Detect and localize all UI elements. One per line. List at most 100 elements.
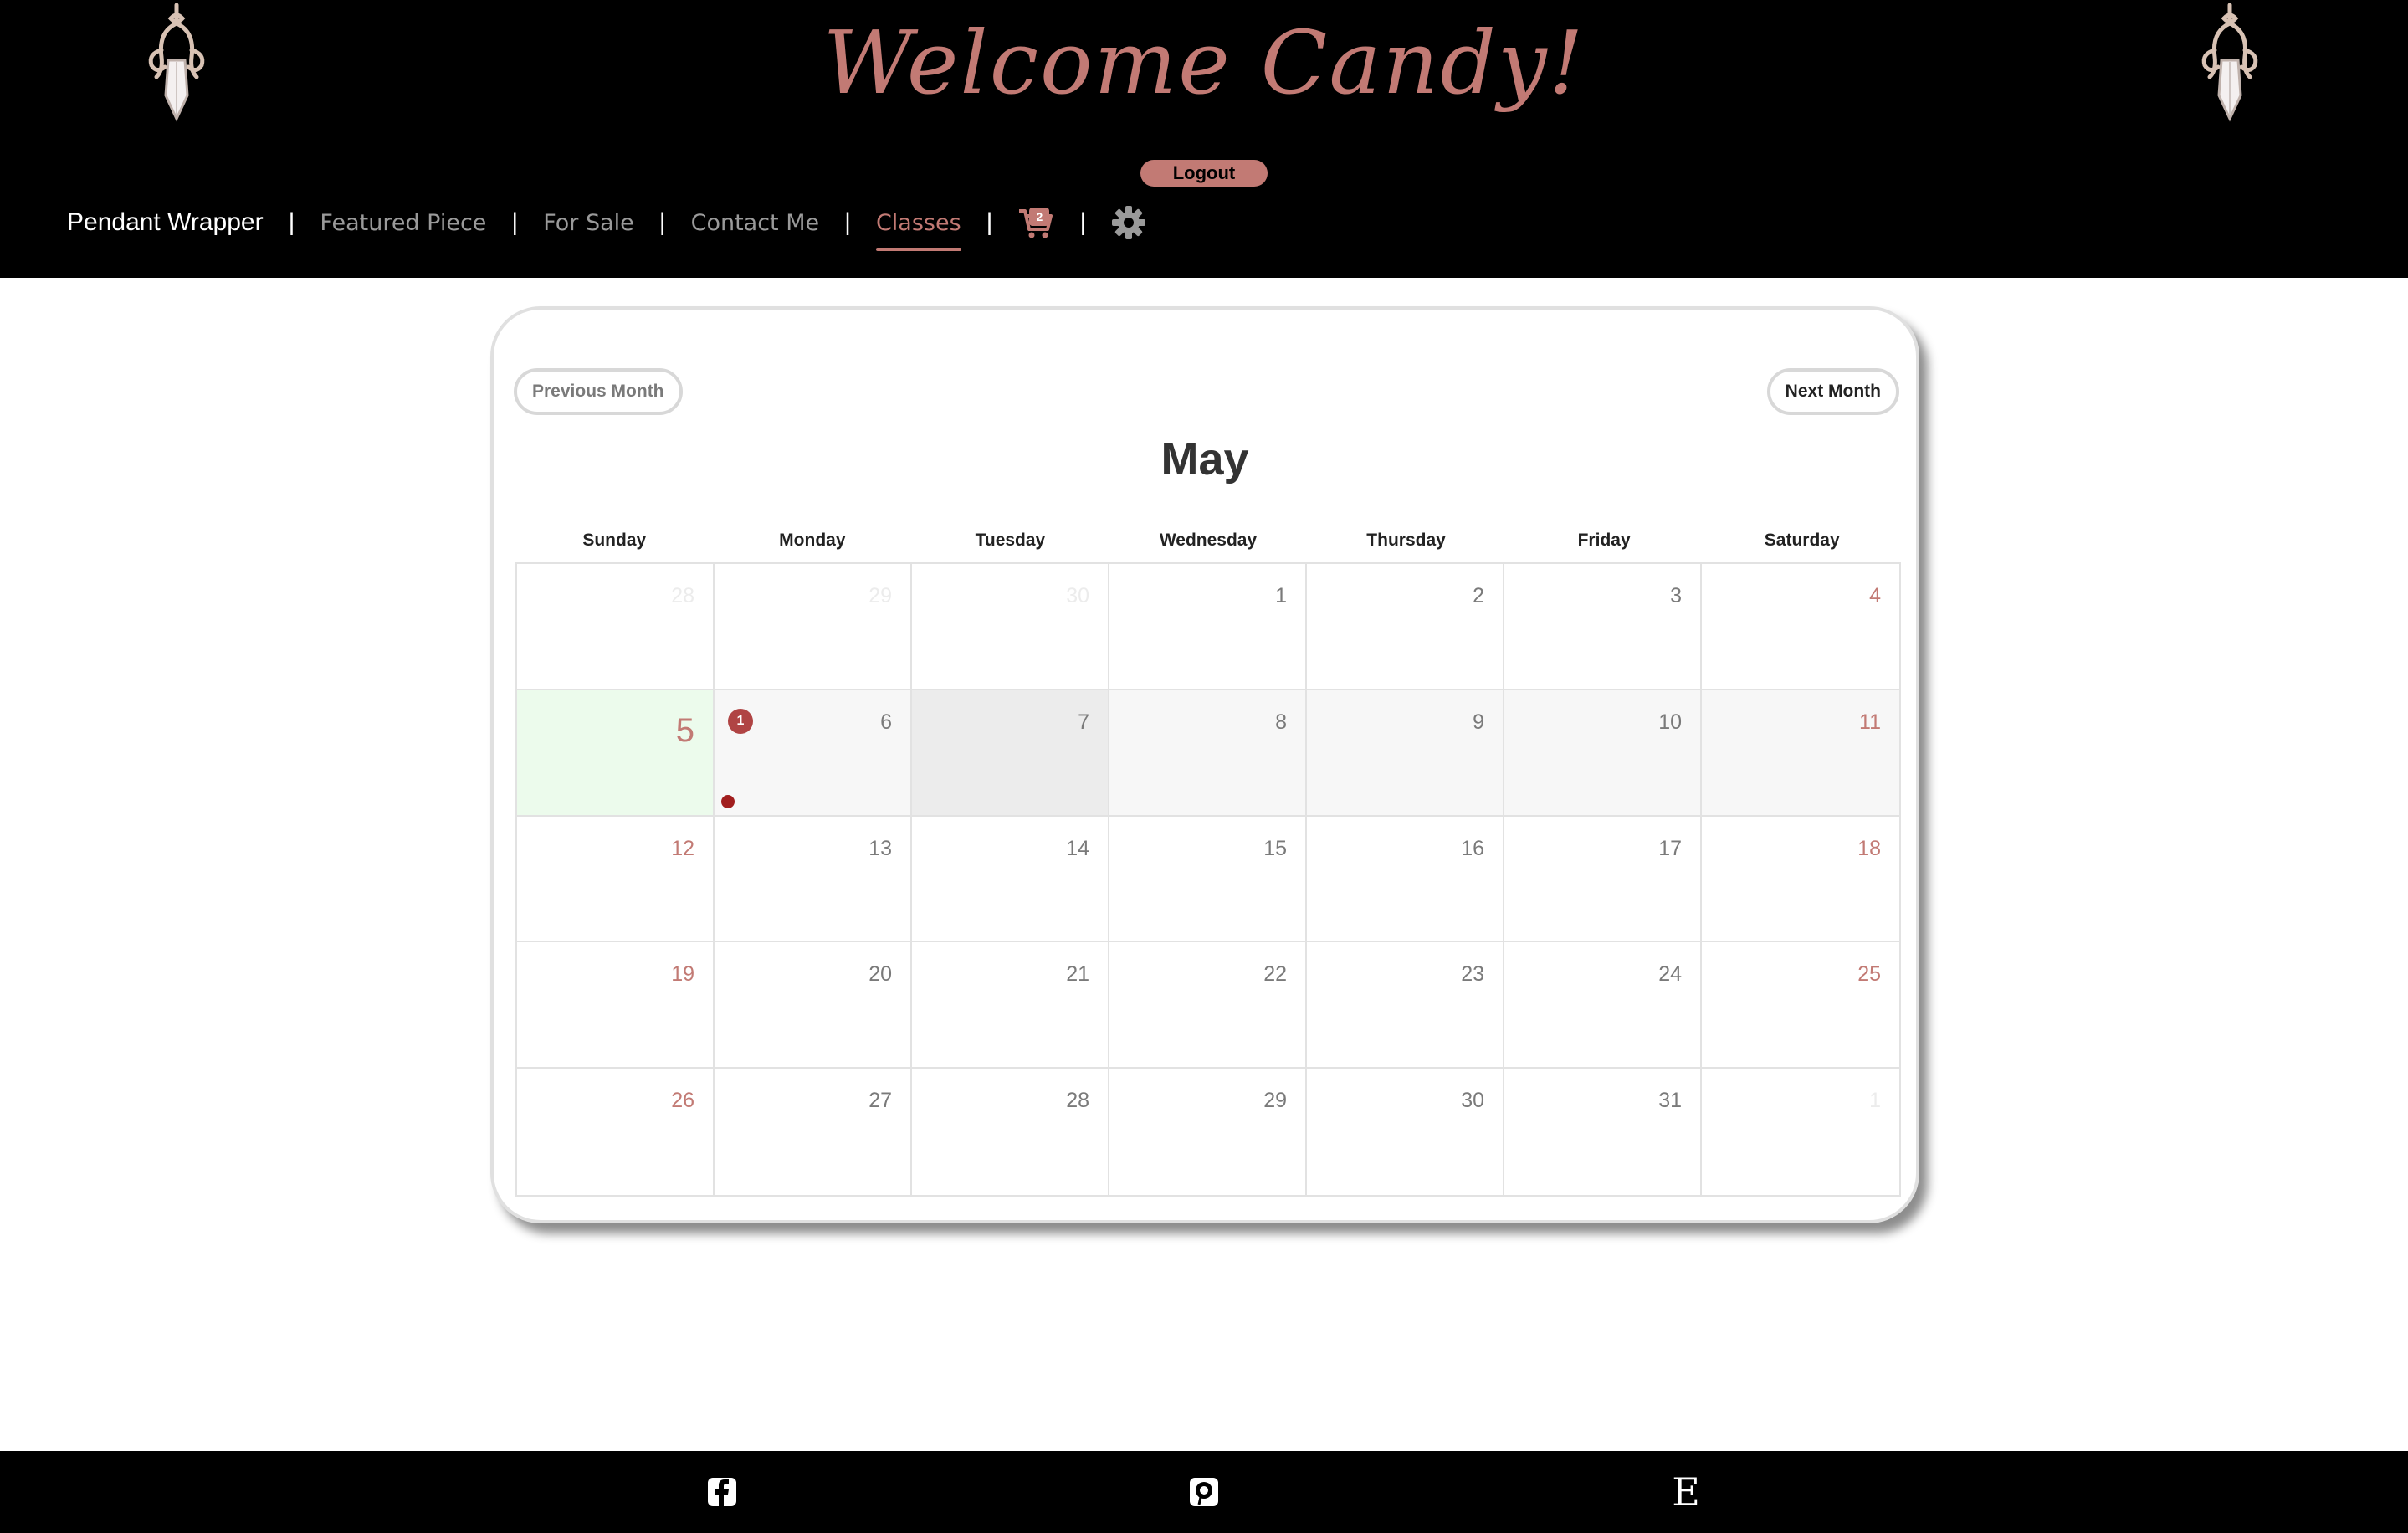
day-cell[interactable]: 23 xyxy=(1307,942,1504,1069)
day-number: 6 xyxy=(880,710,892,734)
day-number: 1 xyxy=(1869,1089,1881,1113)
day-cell[interactable]: 29 xyxy=(715,564,912,690)
weekday-label: Friday xyxy=(1577,531,1631,550)
day-number: 15 xyxy=(1263,836,1287,860)
day-number: 29 xyxy=(868,584,892,608)
day-number: 30 xyxy=(1066,584,1089,608)
pinterest-link[interactable] xyxy=(1186,1474,1222,1510)
day-number: 23 xyxy=(1461,962,1484,987)
calendar-card: Previous Month Next Month May Sunday Mon… xyxy=(490,306,1919,1223)
day-number: 26 xyxy=(671,1089,694,1113)
nav-separator: | xyxy=(844,208,851,236)
day-number: 25 xyxy=(1857,962,1881,987)
day-number: 28 xyxy=(671,584,694,608)
day-number: 24 xyxy=(1658,962,1682,987)
day-cell[interactable]: 20 xyxy=(715,942,912,1069)
facebook-link[interactable] xyxy=(704,1474,740,1510)
day-cell[interactable]: 14 xyxy=(912,816,1109,943)
next-month-button[interactable]: Next Month xyxy=(1766,368,1899,415)
cart-button[interactable]: 2 xyxy=(1017,206,1054,239)
logout-button[interactable]: Logout xyxy=(1140,160,1268,187)
day-cell[interactable]: 19 xyxy=(517,942,715,1069)
day-cell[interactable]: 28 xyxy=(517,564,715,690)
day-cell[interactable]: 29 xyxy=(1109,1069,1307,1195)
day-cell[interactable]: 9 xyxy=(1307,690,1504,817)
day-cell[interactable]: 10 xyxy=(1504,690,1702,817)
day-cell[interactable]: 25 xyxy=(1702,942,1899,1069)
month-title: May xyxy=(1160,434,1249,485)
day-cell[interactable]: 3 xyxy=(1504,564,1702,690)
site-footer: E xyxy=(0,1451,2408,1533)
day-cell[interactable]: 30 xyxy=(1307,1069,1504,1195)
nav-separator: | xyxy=(986,208,993,236)
nav-separator: | xyxy=(658,208,666,236)
calendar-grid: 28 29 30 1 2 3 4 5 6 1 7 8 9 10 11 12 13 14 15 16 17 18 19 20 21… xyxy=(515,562,1901,1197)
etsy-icon: E xyxy=(1672,1469,1700,1515)
day-cell[interactable]: 1 xyxy=(1109,564,1307,690)
day-cell[interactable]: 61 xyxy=(715,690,912,817)
event-count-badge[interactable]: 1 xyxy=(728,708,753,734)
day-number: 1 xyxy=(1275,584,1287,608)
day-number: 28 xyxy=(1066,1089,1089,1113)
day-number: 3 xyxy=(1670,584,1682,608)
weekday-header: Sunday Monday Tuesday Wednesday Thursday… xyxy=(515,531,1901,551)
cart-count-badge: 2 xyxy=(1029,208,1050,226)
nav-classes[interactable]: Classes xyxy=(875,210,961,251)
day-number: 11 xyxy=(1859,710,1881,734)
day-cell-selected[interactable]: 7 xyxy=(912,690,1109,817)
nav-separator: | xyxy=(1079,208,1087,236)
day-cell[interactable]: 31 xyxy=(1504,1069,1702,1195)
day-cell[interactable]: 16 xyxy=(1307,816,1504,943)
day-number: 2 xyxy=(1473,584,1484,608)
day-number: 4 xyxy=(1869,584,1881,608)
day-cell[interactable]: 22 xyxy=(1109,942,1307,1069)
day-number: 5 xyxy=(675,711,694,749)
day-cell[interactable]: 11 xyxy=(1702,690,1899,817)
etsy-link[interactable]: E xyxy=(1668,1469,1704,1515)
day-cell[interactable]: 12 xyxy=(517,816,715,943)
day-number: 17 xyxy=(1658,836,1682,860)
day-number: 31 xyxy=(1658,1089,1682,1113)
weekday-label: Tuesday xyxy=(975,531,1046,550)
day-cell[interactable]: 8 xyxy=(1109,690,1307,817)
day-cell[interactable]: 4 xyxy=(1702,564,1899,690)
previous-month-button[interactable]: Previous Month xyxy=(514,368,683,415)
day-cell[interactable]: 15 xyxy=(1109,816,1307,943)
day-number: 12 xyxy=(671,836,694,860)
day-number: 7 xyxy=(1078,710,1089,734)
day-cell[interactable]: 17 xyxy=(1504,816,1702,943)
day-number: 19 xyxy=(671,962,694,987)
day-cell[interactable]: 13 xyxy=(715,816,912,943)
day-number: 8 xyxy=(1275,710,1287,734)
event-dot[interactable] xyxy=(721,794,735,808)
day-cell-today[interactable]: 5 xyxy=(517,690,715,817)
day-cell[interactable]: 30 xyxy=(912,564,1109,690)
day-cell[interactable]: 2 xyxy=(1307,564,1504,690)
pendant-logo-icon xyxy=(2201,3,2258,122)
brand-link[interactable]: Pendant Wrapper xyxy=(67,208,264,237)
day-cell[interactable]: 24 xyxy=(1504,942,1702,1069)
day-cell[interactable]: 28 xyxy=(912,1069,1109,1195)
day-number: 16 xyxy=(1461,836,1484,860)
day-number: 27 xyxy=(868,1089,892,1113)
day-number: 22 xyxy=(1263,962,1287,987)
day-cell[interactable]: 18 xyxy=(1702,817,1899,943)
weekday-label: Monday xyxy=(779,531,846,550)
weekday-label: Sunday xyxy=(582,531,647,550)
gear-icon[interactable] xyxy=(1111,205,1146,240)
day-cell[interactable]: 26 xyxy=(517,1069,715,1195)
nav-featured-piece[interactable]: Featured Piece xyxy=(320,210,486,236)
nav-contact-me[interactable]: Contact Me xyxy=(691,210,820,236)
welcome-title: Welcome Candy! xyxy=(822,12,1586,114)
nav-for-sale[interactable]: For Sale xyxy=(543,210,634,236)
day-number: 18 xyxy=(1857,836,1881,860)
day-number: 29 xyxy=(1263,1089,1287,1113)
day-cell[interactable]: 27 xyxy=(715,1069,912,1195)
day-cell[interactable]: 1 xyxy=(1702,1069,1899,1195)
pinterest-icon xyxy=(1190,1478,1218,1506)
day-number: 14 xyxy=(1066,836,1089,860)
main-nav: Pendant Wrapper | Featured Piece | For S… xyxy=(67,194,1146,251)
day-cell[interactable]: 21 xyxy=(912,942,1109,1069)
day-number: 21 xyxy=(1066,962,1089,987)
nav-separator: | xyxy=(288,208,295,236)
